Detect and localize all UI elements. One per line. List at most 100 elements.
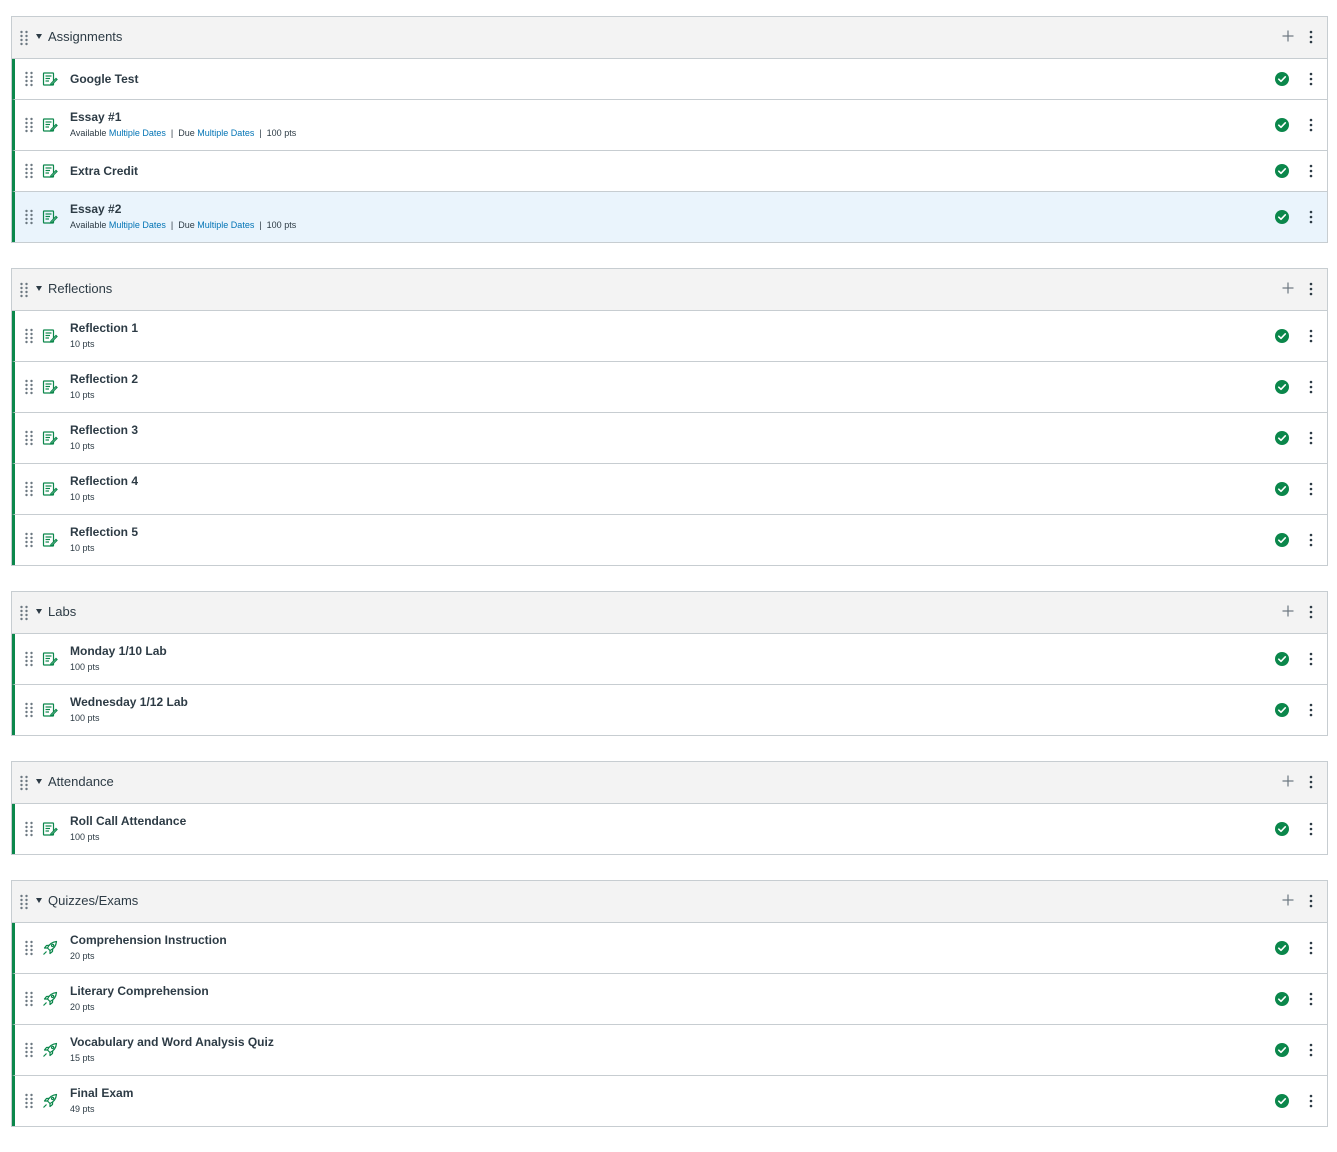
item-title-link[interactable]: Final Exam — [70, 1086, 133, 1100]
item-title-link[interactable]: Monday 1/10 Lab — [70, 644, 167, 658]
list-item[interactable]: Comprehension Instruction 20 pts — [12, 923, 1327, 974]
item-title-link[interactable]: Essay #1 — [70, 110, 121, 124]
group-header[interactable]: Reflections — [12, 269, 1327, 311]
item-kebab-icon[interactable] — [1307, 940, 1315, 956]
add-item-plus-icon[interactable] — [1281, 893, 1295, 907]
drag-handle-icon[interactable] — [23, 991, 35, 1007]
due-dates-link[interactable]: Multiple Dates — [197, 128, 254, 138]
due-dates-link[interactable]: Multiple Dates — [197, 220, 254, 230]
published-check-icon[interactable] — [1275, 72, 1289, 86]
item-title-link[interactable]: Essay #2 — [70, 202, 121, 216]
item-title-link[interactable]: Extra Credit — [70, 164, 138, 178]
published-check-icon[interactable] — [1275, 380, 1289, 394]
published-check-icon[interactable] — [1275, 329, 1289, 343]
published-check-icon[interactable] — [1275, 482, 1289, 496]
drag-handle-icon[interactable] — [23, 328, 35, 344]
item-kebab-icon[interactable] — [1307, 651, 1315, 667]
item-title-link[interactable]: Reflection 3 — [70, 423, 138, 437]
item-title-link[interactable]: Reflection 1 — [70, 321, 138, 335]
group-header[interactable]: Quizzes/Exams — [12, 881, 1327, 923]
item-kebab-icon[interactable] — [1307, 328, 1315, 344]
published-check-icon[interactable] — [1275, 941, 1289, 955]
group-header[interactable]: Labs — [12, 592, 1327, 634]
list-item[interactable]: Reflection 2 10 pts — [12, 362, 1327, 413]
item-title-link[interactable]: Reflection 5 — [70, 525, 138, 539]
drag-handle-icon[interactable] — [23, 1093, 35, 1109]
group-title[interactable]: Quizzes/Exams — [48, 893, 138, 908]
item-kebab-icon[interactable] — [1307, 702, 1315, 718]
list-item[interactable]: Reflection 3 10 pts — [12, 413, 1327, 464]
list-item[interactable]: Extra Credit — [12, 151, 1327, 192]
list-item[interactable]: Essay #2 Available Multiple Dates | Due Mul… — [12, 192, 1327, 242]
group-kebab-icon[interactable] — [1307, 774, 1315, 790]
drag-handle-icon[interactable] — [23, 117, 35, 133]
group-kebab-icon[interactable] — [1307, 29, 1315, 45]
item-title-link[interactable]: Vocabulary and Word Analysis Quiz — [70, 1035, 274, 1049]
published-check-icon[interactable] — [1275, 431, 1289, 445]
item-kebab-icon[interactable] — [1307, 991, 1315, 1007]
drag-handle-icon[interactable] — [18, 605, 30, 621]
caret-down-icon[interactable] — [36, 286, 42, 291]
list-item[interactable]: Final Exam 49 pts — [12, 1076, 1327, 1126]
item-kebab-icon[interactable] — [1307, 821, 1315, 837]
drag-handle-icon[interactable] — [23, 481, 35, 497]
group-header[interactable]: Assignments — [12, 17, 1327, 59]
group-kebab-icon[interactable] — [1307, 281, 1315, 297]
item-title-link[interactable]: Google Test — [70, 72, 138, 86]
group-title[interactable]: Assignments — [48, 29, 122, 44]
drag-handle-icon[interactable] — [23, 430, 35, 446]
item-kebab-icon[interactable] — [1307, 117, 1315, 133]
drag-handle-icon[interactable] — [23, 821, 35, 837]
published-check-icon[interactable] — [1275, 703, 1289, 717]
item-kebab-icon[interactable] — [1307, 1093, 1315, 1109]
drag-handle-icon[interactable] — [23, 71, 35, 87]
item-kebab-icon[interactable] — [1307, 163, 1315, 179]
group-title[interactable]: Attendance — [48, 774, 114, 789]
drag-handle-icon[interactable] — [23, 532, 35, 548]
item-kebab-icon[interactable] — [1307, 1042, 1315, 1058]
item-kebab-icon[interactable] — [1307, 379, 1315, 395]
drag-handle-icon[interactable] — [23, 702, 35, 718]
drag-handle-icon[interactable] — [23, 940, 35, 956]
list-item[interactable]: Roll Call Attendance 100 pts — [12, 804, 1327, 854]
item-title-link[interactable]: Comprehension Instruction — [70, 933, 227, 947]
published-check-icon[interactable] — [1275, 992, 1289, 1006]
list-item[interactable]: Reflection 4 10 pts — [12, 464, 1327, 515]
list-item[interactable]: Reflection 5 10 pts — [12, 515, 1327, 565]
add-item-plus-icon[interactable] — [1281, 604, 1295, 618]
published-check-icon[interactable] — [1275, 118, 1289, 132]
drag-handle-icon[interactable] — [23, 163, 35, 179]
caret-down-icon[interactable] — [36, 779, 42, 784]
item-title-link[interactable]: Reflection 2 — [70, 372, 138, 386]
caret-down-icon[interactable] — [36, 34, 42, 39]
item-title-link[interactable]: Literary Comprehension — [70, 984, 209, 998]
published-check-icon[interactable] — [1275, 652, 1289, 666]
drag-handle-icon[interactable] — [23, 209, 35, 225]
drag-handle-icon[interactable] — [18, 775, 30, 791]
list-item[interactable]: Google Test — [12, 59, 1327, 100]
list-item[interactable]: Vocabulary and Word Analysis Quiz 15 pts — [12, 1025, 1327, 1076]
published-check-icon[interactable] — [1275, 164, 1289, 178]
group-title[interactable]: Reflections — [48, 281, 112, 296]
available-dates-link[interactable]: Multiple Dates — [109, 220, 166, 230]
add-item-plus-icon[interactable] — [1281, 281, 1295, 295]
list-item[interactable]: Monday 1/10 Lab 100 pts — [12, 634, 1327, 685]
add-item-plus-icon[interactable] — [1281, 774, 1295, 788]
drag-handle-icon[interactable] — [18, 30, 30, 46]
group-header[interactable]: Attendance — [12, 762, 1327, 804]
group-kebab-icon[interactable] — [1307, 604, 1315, 620]
group-title[interactable]: Labs — [48, 604, 76, 619]
published-check-icon[interactable] — [1275, 822, 1289, 836]
item-kebab-icon[interactable] — [1307, 481, 1315, 497]
published-check-icon[interactable] — [1275, 210, 1289, 224]
caret-down-icon[interactable] — [36, 898, 42, 903]
item-title-link[interactable]: Wednesday 1/12 Lab — [70, 695, 188, 709]
list-item[interactable]: Reflection 1 10 pts — [12, 311, 1327, 362]
item-kebab-icon[interactable] — [1307, 71, 1315, 87]
published-check-icon[interactable] — [1275, 1094, 1289, 1108]
list-item[interactable]: Wednesday 1/12 Lab 100 pts — [12, 685, 1327, 735]
drag-handle-icon[interactable] — [18, 894, 30, 910]
available-dates-link[interactable]: Multiple Dates — [109, 128, 166, 138]
caret-down-icon[interactable] — [36, 609, 42, 614]
drag-handle-icon[interactable] — [23, 651, 35, 667]
